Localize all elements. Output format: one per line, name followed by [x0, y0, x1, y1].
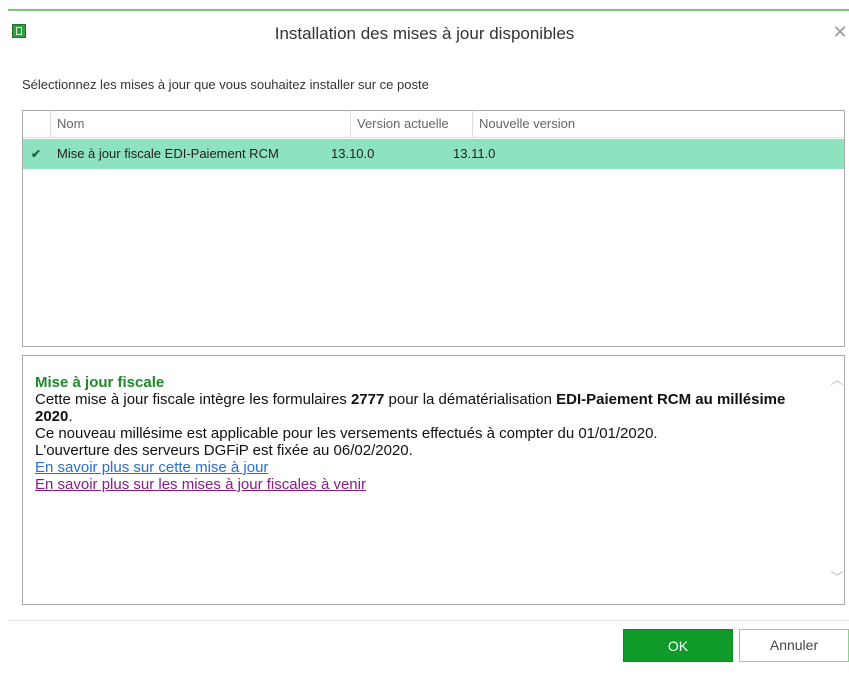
learn-more-upcoming-link[interactable]: En savoir plus sur les mises à jour fisc…	[35, 476, 815, 493]
new-version: 13.11.0	[453, 146, 496, 161]
cancel-button[interactable]: Annuler	[739, 629, 849, 662]
scroll-up-icon[interactable]: ︿	[829, 372, 845, 388]
list-header: Nom Version actuelle Nouvelle version	[23, 111, 844, 138]
description-text: Cette mise à jour fiscale intègre les fo…	[35, 391, 351, 408]
description-line-3: L'ouverture des serveurs DGFiP est fixée…	[35, 442, 413, 459]
description-title: Mise à jour fiscale	[35, 374, 165, 391]
column-header-select[interactable]	[23, 111, 51, 137]
instruction-text: Sélectionnez les mises à jour que vous s…	[22, 77, 429, 92]
description-body: Mise à jour fiscale Cette mise à jour fi…	[35, 374, 815, 493]
checkmark-icon: ✔	[31, 147, 42, 161]
scroll-down-icon[interactable]: ﹀	[829, 570, 845, 586]
current-version: 13.10.0	[331, 146, 375, 161]
column-header-new-version[interactable]: Nouvelle version	[473, 111, 844, 137]
ok-button[interactable]: OK	[623, 629, 733, 662]
column-header-current-version[interactable]: Version actuelle	[351, 111, 473, 137]
learn-more-update-link[interactable]: En savoir plus sur cette mise à jour	[35, 459, 815, 476]
description-line-2: Ce nouveau millésime est applicable pour…	[35, 425, 658, 442]
description-line-1: Cette mise à jour fiscale intègre les fo…	[35, 391, 815, 425]
update-name: Mise à jour fiscale EDI-Paiement RCM	[57, 146, 279, 161]
description-text: pour la dématérialisation	[384, 391, 557, 408]
footer-divider	[8, 620, 849, 621]
description-text: .	[68, 408, 73, 425]
window-title: Installation des mises à jour disponible…	[274, 24, 575, 43]
update-description-panel: Mise à jour fiscale Cette mise à jour fi…	[22, 355, 845, 605]
updates-list: Nom Version actuelle Nouvelle version ✔ …	[22, 110, 845, 347]
column-header-name[interactable]: Nom	[51, 111, 351, 137]
close-icon[interactable]: ✕	[832, 22, 848, 42]
row-checkbox[interactable]: ✔	[23, 139, 51, 169]
table-row[interactable]: ✔ Mise à jour fiscale EDI-Paiement RCM 1…	[23, 139, 844, 169]
form-number: 2777	[350, 391, 385, 408]
